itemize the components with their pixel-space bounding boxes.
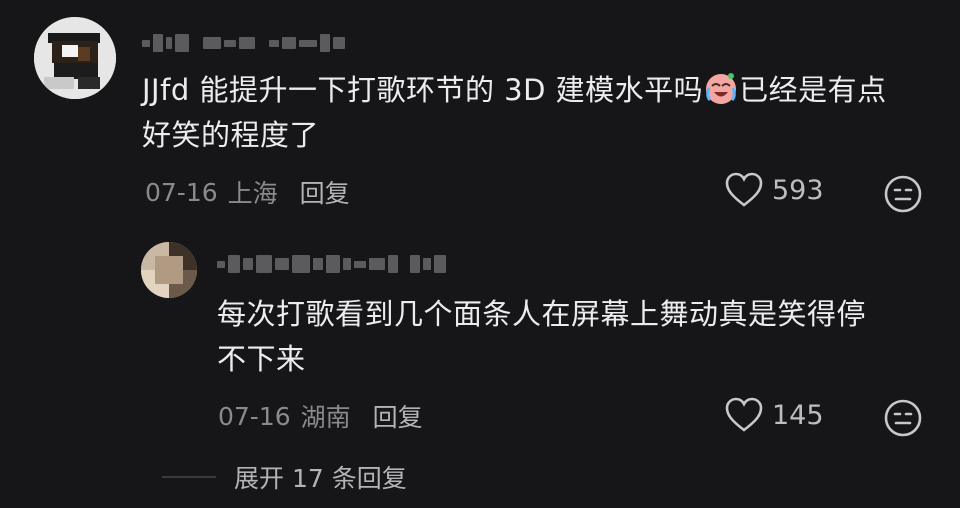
username-blurred[interactable] — [217, 253, 446, 275]
comment-location: 湖南 — [300, 403, 351, 432]
like-count: 593 — [772, 174, 824, 206]
comment-text-line: JJfd 能提升一下打歌环节的 3D 建模水平吗 — [142, 73, 704, 107]
reply-button[interactable]: 回复 — [300, 174, 350, 210]
heart-icon — [725, 172, 763, 207]
comment-text-line: 好笑的程度了 — [142, 118, 320, 152]
comment-meta: 07-16 上海 回复 — [145, 174, 350, 210]
comment-date: 07-16 — [145, 177, 218, 207]
dislike-face-icon[interactable] — [884, 399, 922, 437]
avatar[interactable] — [34, 17, 116, 99]
like-count: 145 — [772, 399, 824, 431]
like-button[interactable]: 145 — [724, 397, 824, 433]
divider-line — [162, 476, 216, 478]
comment-meta: 07-16 湖南 回复 — [218, 398, 423, 434]
crying-laughing-emoji-icon — [706, 73, 737, 104]
heart-icon — [725, 397, 763, 432]
comment-location: 上海 — [227, 179, 278, 208]
comment-text-line: 不下来 — [217, 342, 306, 376]
avatar-image — [141, 242, 197, 298]
comment-date: 07-16 — [218, 401, 291, 431]
avatar-image — [34, 17, 116, 99]
comment-text-line: 每次打歌看到几个面条人在屏幕上舞动真是笑得停 — [217, 297, 867, 331]
comment-text: 每次打歌看到几个面条人在屏幕上舞动真是笑得停 不下来 — [217, 292, 927, 382]
expand-replies-button[interactable]: 展开 17 条回复 — [162, 459, 407, 495]
comment-text: JJfd 能提升一下打歌环节的 3D 建模水平吗 已经是有点 好笑的程度了 — [142, 68, 932, 158]
like-button[interactable]: 593 — [724, 172, 824, 208]
reply-button[interactable]: 回复 — [373, 398, 423, 434]
avatar[interactable] — [141, 242, 197, 298]
comment-text-line: 已经是有点 — [739, 73, 887, 107]
username-blurred[interactable] — [142, 32, 345, 54]
dislike-face-icon[interactable] — [884, 175, 922, 213]
expand-replies-label: 展开 17 条回复 — [234, 464, 407, 493]
